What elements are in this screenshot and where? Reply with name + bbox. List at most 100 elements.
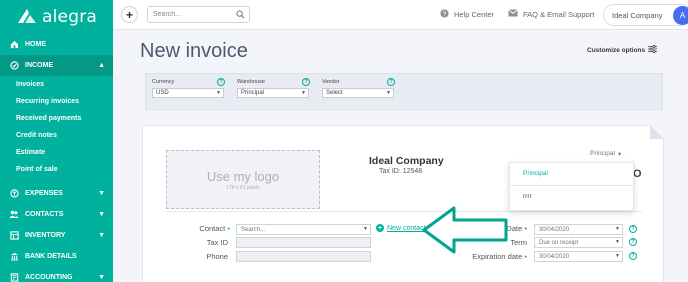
sidebar-subitem-label: Point of sale [16, 166, 58, 173]
sidebar-subitem-estimate[interactable]: Estimate [0, 144, 113, 161]
faq-support-link[interactable]: FAQ & Email Support [508, 9, 594, 19]
help-circle-icon[interactable]: ? [629, 238, 637, 246]
help-circle-icon[interactable]: ? [302, 78, 310, 86]
accounting-icon [9, 273, 19, 282]
expiration-date-field[interactable]: 30/04/2020 ▼ [534, 251, 623, 262]
sidebar-subitem-point-of-sale[interactable]: Point of sale [0, 161, 113, 178]
sidebar-item-label: CONTACTS [25, 211, 64, 218]
chevron-down-icon: ▼ [98, 211, 105, 218]
vendor-filter: Vendor? Select ▼ [322, 78, 395, 98]
sidebar-subitem-recurring-invoices[interactable]: Recurring invoices [0, 93, 113, 110]
logo-upload-label: Use my logo [206, 168, 280, 184]
contact-label: Contact • [160, 224, 230, 233]
svg-text:?: ? [443, 12, 447, 18]
page-title: New invoice [140, 40, 248, 62]
sidebar-item-label: EXPENSES [25, 190, 63, 197]
help-icon: ? [440, 9, 449, 20]
search-icon[interactable] [236, 10, 245, 21]
date-field[interactable]: 30/04/2020 ▼ [534, 224, 623, 235]
customize-options-label: Customize options [587, 46, 646, 54]
sidebar-item-bank-details[interactable]: BANK DETAILS [0, 246, 113, 267]
vendor-value: Select [326, 90, 343, 96]
warehouse-label: Warehouse [237, 79, 265, 85]
company-menu-button[interactable]: Ideal Company A [603, 4, 688, 26]
caret-down-icon: ▼ [615, 226, 620, 232]
phone-label: Phone [206, 252, 228, 261]
email-icon [508, 9, 518, 19]
help-center-label: Help Center [454, 10, 495, 19]
contact-placeholder: Search... [241, 226, 266, 233]
search-input[interactable]: Search... [147, 6, 250, 23]
divider [166, 211, 642, 212]
logo-size-hint: 178 x 51 pixels [226, 184, 260, 191]
expenses-icon [9, 189, 19, 199]
quick-add-button[interactable]: + [121, 6, 138, 23]
numbering-option-principal[interactable]: Principal [523, 170, 548, 177]
contact-label-text: Contact [199, 224, 226, 233]
caret-down-icon: ▾ [617, 151, 622, 158]
plus-circle-icon: + [376, 224, 384, 232]
numbering-select[interactable]: Principal ▾ [590, 150, 621, 158]
sidebar-item-accounting[interactable]: ACCOUNTING ▼ [0, 267, 113, 282]
numbering-value: Principal [590, 150, 615, 157]
callout-arrow-icon [422, 206, 508, 254]
tax-id-field[interactable] [236, 237, 371, 248]
invoice-number-fragment: O [633, 168, 642, 180]
chevron-down-icon: ▼ [98, 190, 105, 197]
page-fold-corner [650, 125, 664, 139]
tax-id-label: Tax ID [206, 238, 228, 247]
sidebar: alegra HOME INCOME ▲ Invoices Recurring … [0, 0, 113, 282]
income-icon [9, 61, 19, 71]
sliders-icon [648, 45, 658, 55]
sidebar-subitem-invoices[interactable]: Invoices [0, 76, 113, 93]
sidebar-item-label: INVENTORY [25, 232, 66, 239]
sidebar-item-income[interactable]: INCOME ▲ [0, 55, 113, 76]
search-placeholder: Search... [153, 11, 182, 18]
chevron-down-icon: ▼ [98, 274, 105, 281]
sidebar-subitem-label: Credit notes [16, 132, 57, 139]
new-contact-link[interactable]: + New contact [376, 224, 426, 232]
sidebar-item-contacts[interactable]: CONTACTS ▼ [0, 204, 113, 225]
sidebar-item-label: ACCOUNTING [25, 274, 73, 281]
vendor-select[interactable]: Select ▼ [322, 88, 394, 98]
sidebar-subitem-received-payments[interactable]: Received payments [0, 110, 113, 127]
required-marker: • [524, 224, 527, 233]
help-circle-icon[interactable]: ? [629, 252, 637, 260]
avatar[interactable]: A [673, 6, 688, 25]
alegra-leaf-icon [16, 7, 38, 27]
warehouse-value: Principal [241, 90, 265, 96]
contact-search-select[interactable]: Search... ▼ [236, 224, 371, 235]
help-circle-icon[interactable]: ? [629, 225, 637, 233]
sidebar-subitem-credit-notes[interactable]: Credit notes [0, 127, 113, 144]
dropdown-divider [510, 185, 633, 186]
term-select[interactable]: Due on receipt ▼ [534, 237, 623, 248]
chevron-up-icon: ▲ [98, 62, 105, 69]
phone-field[interactable] [236, 251, 371, 262]
alegra-logo[interactable]: alegra [0, 0, 113, 34]
expiration-value: 30/04/2020 [539, 253, 570, 260]
warehouse-select[interactable]: Principal ▼ [237, 88, 309, 98]
numbering-option-rrrr[interactable]: rrrr [523, 193, 532, 200]
caret-down-icon: ▼ [216, 90, 221, 96]
help-circle-icon[interactable]: ? [217, 78, 225, 86]
caret-down-icon: ▼ [363, 226, 368, 232]
help-center-link[interactable]: ? Help Center [440, 9, 494, 20]
sidebar-item-home[interactable]: HOME [0, 34, 113, 55]
currency-value: USD [156, 90, 169, 96]
currency-select[interactable]: USD ▼ [152, 88, 224, 98]
company-name-heading: Ideal Company [369, 155, 444, 167]
chevron-down-icon: ▼ [98, 232, 105, 239]
help-circle-icon[interactable]: ? [387, 78, 395, 86]
date-value: 30/04/2020 [539, 226, 570, 233]
currency-label: Currency [152, 79, 175, 85]
sidebar-item-inventory[interactable]: INVENTORY ▼ [0, 225, 113, 246]
logo-upload-area[interactable]: Use my logo 178 x 51 pixels [166, 150, 320, 209]
caret-down-icon: ▼ [615, 253, 620, 259]
faq-support-label: FAQ & Email Support [523, 9, 595, 19]
term-value: Due on receipt [539, 239, 579, 246]
contacts-icon [9, 210, 19, 220]
invoice-settings-panel: Currency? USD ▼ Warehouse? Principal ▼ Ven… [145, 73, 663, 110]
sidebar-subitem-label: Recurring invoices [16, 98, 80, 105]
sidebar-item-expenses[interactable]: EXPENSES ▼ [0, 183, 113, 204]
customize-options-button[interactable]: Customize options [587, 45, 658, 55]
